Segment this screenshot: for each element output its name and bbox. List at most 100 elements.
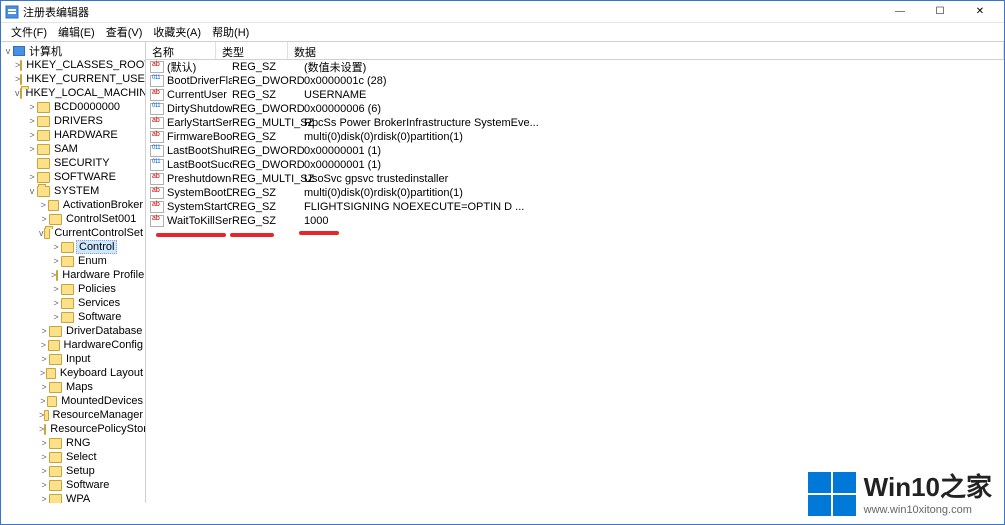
tree-item[interactable]: >DRIVERS: [1, 114, 145, 128]
expand-icon[interactable]: >: [39, 368, 46, 378]
value-row[interactable]: LastBootSucce...REG_DWORD0x00000001 (1): [146, 158, 1004, 172]
tree-item[interactable]: >HardwareConfig: [1, 338, 145, 352]
tree-item[interactable]: > SAM: [1, 142, 145, 156]
value-row[interactable]: WaitToKillServ...REG_SZ1000: [146, 214, 1004, 228]
expand-icon[interactable]: >: [27, 144, 37, 154]
expand-icon[interactable]: >: [39, 326, 49, 336]
expand-icon[interactable]: >: [27, 116, 37, 126]
expand-icon[interactable]: >: [39, 438, 49, 448]
value-data: 0x00000001 (1): [304, 159, 1004, 171]
expand-icon[interactable]: >: [39, 340, 48, 350]
col-data[interactable]: 数据: [288, 42, 1004, 59]
tree-label: HKEY_CURRENT_USER: [24, 73, 146, 85]
tree-item[interactable]: >DriverDatabase: [1, 324, 145, 338]
tree-label: Policies: [76, 283, 118, 295]
tree-item[interactable]: vCurrentControlSet: [1, 226, 145, 240]
expand-icon[interactable]: v: [3, 46, 13, 56]
value-row[interactable]: (默认)REG_SZ(数值未设置): [146, 60, 1004, 74]
tree-label: Setup: [64, 465, 97, 477]
expand-icon[interactable]: >: [27, 130, 37, 140]
tree-item[interactable]: > Setup: [1, 464, 145, 478]
tree-item[interactable]: >Hardware Profile: [1, 268, 145, 282]
expand-icon[interactable]: >: [39, 354, 49, 364]
expand-icon[interactable]: v: [15, 88, 20, 98]
list-body[interactable]: (默认)REG_SZ(数值未设置)BootDriverFlagsREG_DWOR…: [146, 60, 1004, 228]
col-name[interactable]: 名称: [146, 42, 216, 59]
expand-icon[interactable]: >: [27, 102, 37, 112]
minimize-button[interactable]: —: [880, 1, 920, 23]
expand-icon[interactable]: >: [51, 312, 61, 322]
tree-item[interactable]: >Software: [1, 310, 145, 324]
annotation-underline: [230, 233, 274, 237]
tree-item[interactable]: SECURITY: [1, 156, 145, 170]
value-row[interactable]: PreshutdownO...REG_MULTI_SZUsoSvc gpsvc …: [146, 172, 1004, 186]
tree-item[interactable]: vHKEY_LOCAL_MACHINE: [1, 86, 145, 100]
tree-item[interactable]: >Enum: [1, 254, 145, 268]
folder-icon: [44, 424, 46, 435]
value-name: BootDriverFlags: [166, 75, 232, 87]
expand-icon[interactable]: >: [39, 480, 49, 490]
folder-icon: [37, 144, 50, 155]
tree-item[interactable]: >RNG: [1, 436, 145, 450]
tree-item[interactable]: >Services: [1, 296, 145, 310]
value-row[interactable]: LastBootShutd...REG_DWORD0x00000001 (1): [146, 144, 1004, 158]
tree-item[interactable]: >BCD0000000: [1, 100, 145, 114]
tree-item[interactable]: v计算机: [1, 44, 145, 58]
menu-help[interactable]: 帮助(H): [208, 23, 253, 41]
menu-edit[interactable]: 编辑(E): [54, 23, 99, 41]
tree-item[interactable]: >SOFTWARE: [1, 170, 145, 184]
expand-icon[interactable]: >: [39, 396, 47, 406]
expand-icon[interactable]: >: [27, 172, 37, 182]
tree-label: Select: [64, 451, 99, 463]
value-row[interactable]: EarlyStartServi...REG_MULTI_SZRpcSs Powe…: [146, 116, 1004, 130]
value-row[interactable]: BootDriverFlagsREG_DWORD0x0000001c (28): [146, 74, 1004, 88]
expand-icon[interactable]: >: [51, 298, 61, 308]
value-data: UsoSvc gpsvc trustedinstaller: [304, 173, 1004, 185]
col-type[interactable]: 类型: [216, 42, 288, 59]
tree-item[interactable]: >WPA: [1, 492, 145, 503]
tree-item[interactable]: > Select: [1, 450, 145, 464]
list-header[interactable]: 名称 类型 数据: [146, 42, 1004, 60]
tree-item[interactable]: vSYSTEM: [1, 184, 145, 198]
menu-favorites[interactable]: 收藏夹(A): [149, 23, 205, 41]
expand-icon[interactable]: >: [51, 242, 61, 252]
folder-icon: [61, 242, 74, 253]
tree-item[interactable]: >ResourcePolicyStore: [1, 422, 145, 436]
expand-icon[interactable]: >: [39, 200, 48, 210]
maximize-button[interactable]: ☐: [920, 1, 960, 23]
value-row[interactable]: FirmwareBoot...REG_SZmulti(0)disk(0)rdis…: [146, 130, 1004, 144]
expand-icon[interactable]: >: [39, 494, 49, 503]
tree-item[interactable]: >MountedDevices: [1, 394, 145, 408]
tree-item[interactable]: >Keyboard Layout: [1, 366, 145, 380]
expand-icon[interactable]: >: [39, 452, 49, 462]
value-row[interactable]: SystemStartO...REG_SZ FLIGHTSIGNING NOEX…: [146, 200, 1004, 214]
tree-item[interactable]: >Maps: [1, 380, 145, 394]
expand-icon[interactable]: >: [39, 382, 49, 392]
menu-view[interactable]: 查看(V): [102, 23, 147, 41]
close-button[interactable]: ✕: [960, 1, 1000, 23]
expand-icon[interactable]: v: [27, 186, 37, 196]
value-row[interactable]: DirtyShutdow...REG_DWORD0x00000006 (6): [146, 102, 1004, 116]
tree-item[interactable]: > Policies: [1, 282, 145, 296]
expand-icon[interactable]: >: [51, 284, 61, 294]
folder-icon: [61, 284, 74, 295]
value-row[interactable]: SystemBootDe...REG_SZmulti(0)disk(0)rdis…: [146, 186, 1004, 200]
tree-item[interactable]: >ResourceManager: [1, 408, 145, 422]
expand-icon[interactable]: >: [39, 214, 49, 224]
menu-file[interactable]: 文件(F): [7, 23, 51, 41]
tree-item[interactable]: >HKEY_CURRENT_USER: [1, 72, 145, 86]
tree-label: SAM: [52, 143, 80, 155]
tree-item[interactable]: >HARDWARE: [1, 128, 145, 142]
tree-item[interactable]: >Software: [1, 478, 145, 492]
tree-item[interactable]: >HKEY_CLASSES_ROOT: [1, 58, 145, 72]
value-row[interactable]: CurrentUserREG_SZUSERNAME: [146, 88, 1004, 102]
tree-item[interactable]: >ControlSet001: [1, 212, 145, 226]
expand-icon[interactable]: >: [39, 466, 49, 476]
registry-tree[interactable]: v计算机>HKEY_CLASSES_ROOT>HKEY_CURRENT_USER…: [1, 42, 146, 503]
expand-icon[interactable]: v: [39, 228, 44, 238]
expand-icon[interactable]: >: [51, 256, 61, 266]
folder-icon: [49, 354, 62, 365]
tree-item[interactable]: >ActivationBroker: [1, 198, 145, 212]
tree-item[interactable]: >Control: [1, 240, 145, 254]
tree-item[interactable]: >Input: [1, 352, 145, 366]
